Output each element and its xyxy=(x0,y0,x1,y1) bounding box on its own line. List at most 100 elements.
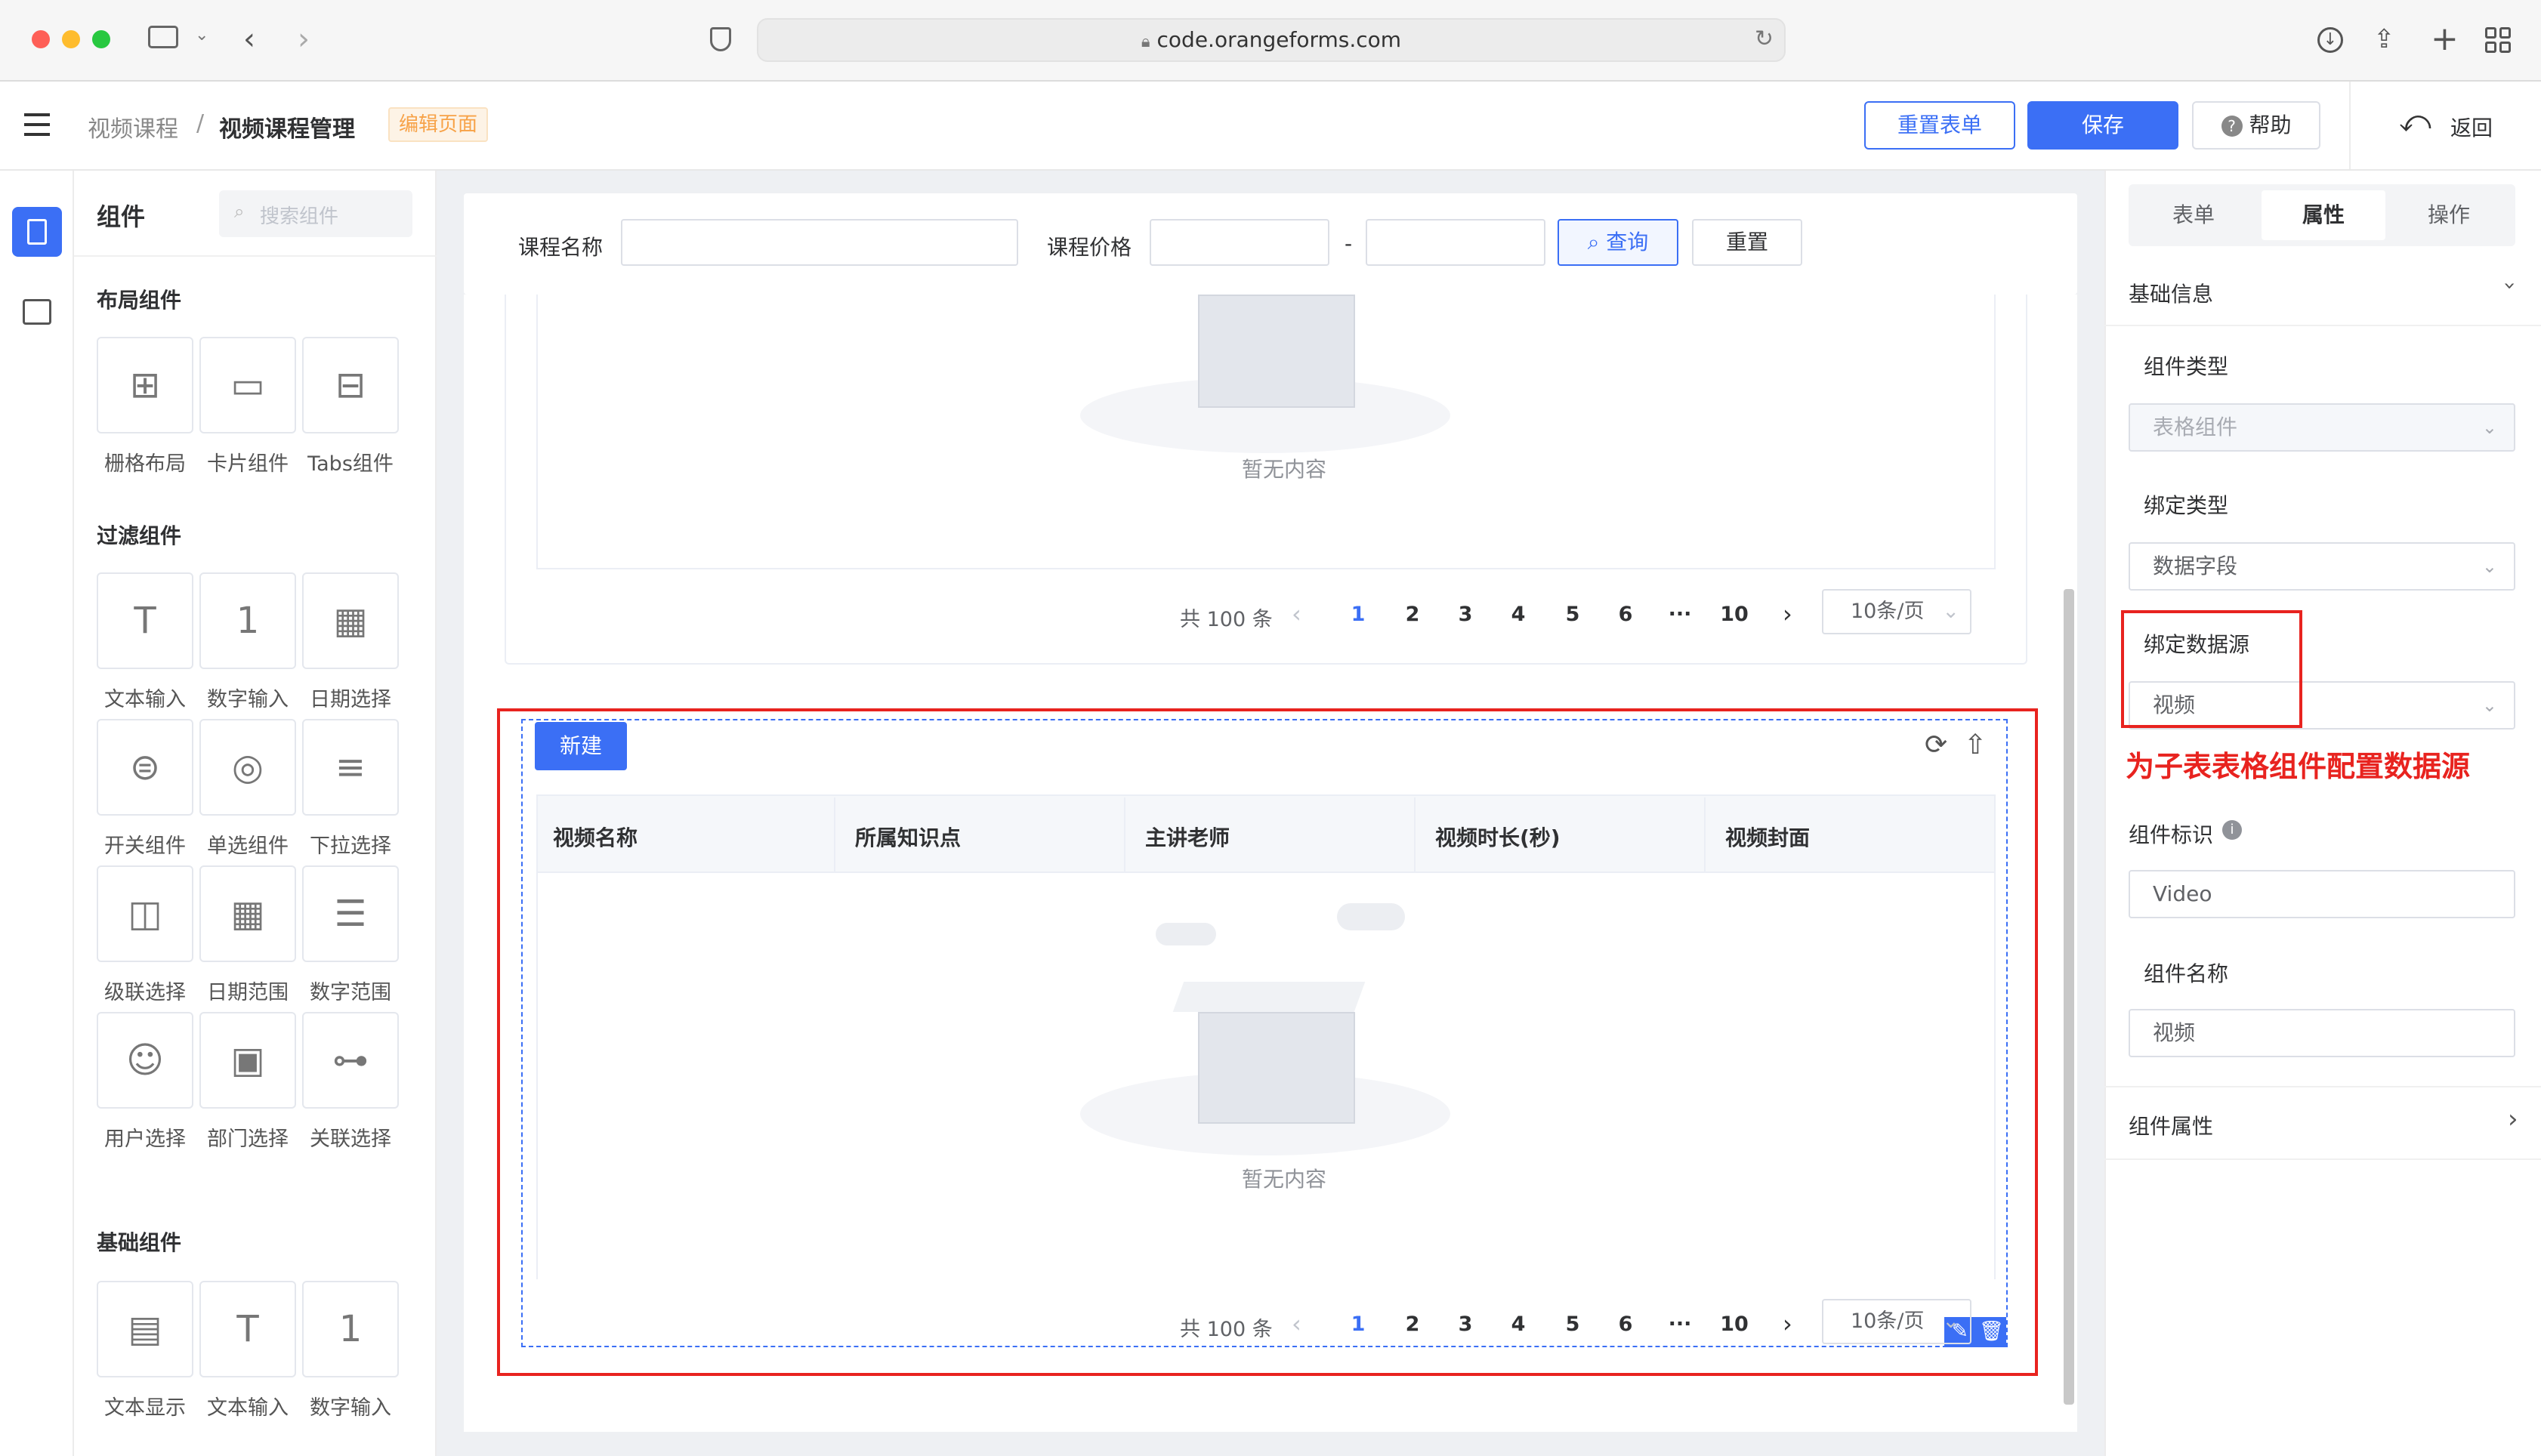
tab-overview-icon[interactable] xyxy=(2485,27,2511,53)
component-tile[interactable]: ≡ xyxy=(302,719,399,816)
info-icon[interactable]: i xyxy=(2222,820,2242,840)
return-icon[interactable]: ⤺ xyxy=(2399,104,2431,139)
pager-page[interactable]: 6 xyxy=(1610,1313,1641,1336)
component-tile[interactable]: 1 xyxy=(302,1281,399,1377)
address-bar[interactable]: 🔒︎ code.orangeforms.com ↻ xyxy=(757,18,1786,62)
forward-nav-icon[interactable]: › xyxy=(298,24,310,54)
pager-next-icon[interactable]: › xyxy=(1783,1309,1792,1338)
range-separator: - xyxy=(1345,231,1353,256)
pager-prev-icon[interactable]: ‹ xyxy=(1292,600,1301,628)
pager-next-icon[interactable]: › xyxy=(1783,600,1792,628)
chevron-right-icon[interactable]: › xyxy=(2508,1104,2518,1134)
component-tile[interactable]: ▦ xyxy=(199,865,296,962)
component-tile[interactable]: ☺ xyxy=(97,1012,193,1109)
pager-page[interactable]: 2 xyxy=(1397,603,1428,626)
pager-page[interactable]: 10 xyxy=(1719,1313,1749,1336)
component-tile[interactable]: ▤ xyxy=(97,1281,193,1377)
component-tile[interactable]: 1 xyxy=(199,572,296,669)
course-name-input[interactable] xyxy=(621,219,1018,266)
menu-icon[interactable] xyxy=(24,113,50,136)
component-tile[interactable]: ⊞ xyxy=(97,337,193,433)
basic-info-title[interactable]: 基础信息 xyxy=(2129,278,2213,308)
pager-page[interactable]: 1 xyxy=(1343,1313,1373,1336)
component-tile[interactable]: ☰ xyxy=(302,865,399,962)
pager-prev-icon[interactable]: ‹ xyxy=(1292,1309,1301,1338)
column-header[interactable]: 视频封面 xyxy=(1725,822,1810,852)
course-price-label: 课程价格 xyxy=(1047,235,1132,260)
pager-page[interactable]: 6 xyxy=(1610,603,1641,626)
component-tile[interactable]: ◎ xyxy=(199,719,296,816)
panel-tab[interactable]: 操作 xyxy=(2387,190,2511,240)
component-name-input[interactable]: 视频 xyxy=(2129,1009,2515,1057)
panel-tab[interactable]: 属性 xyxy=(2262,190,2385,240)
pager-page[interactable]: 2 xyxy=(1397,1313,1428,1336)
bind-type-select[interactable]: 数据字段 ⌄ xyxy=(2129,542,2515,591)
component-search-input[interactable]: ⌕ 搜索组件 xyxy=(219,190,412,237)
component-type-select[interactable]: 表格组件 ⌄ xyxy=(2129,403,2515,452)
pager-page[interactable]: 3 xyxy=(1450,1313,1480,1336)
refresh-icon[interactable]: ⟳ xyxy=(1925,730,1947,760)
component-tile[interactable]: ▣ xyxy=(199,1012,296,1109)
column-header[interactable]: 所属知识点 xyxy=(855,822,961,852)
page-size-select[interactable]: 10条/页 ⌄ xyxy=(1822,589,1971,634)
chevron-down-icon[interactable]: ⌄ xyxy=(195,26,208,45)
maximize-window-button[interactable] xyxy=(92,30,110,48)
canvas-scrollbar[interactable] xyxy=(2064,589,2074,1405)
save-button[interactable]: 保存 xyxy=(2027,101,2178,150)
chart-nav-icon[interactable] xyxy=(23,299,51,325)
shield-icon[interactable] xyxy=(710,27,731,51)
pager-page[interactable]: 10 xyxy=(1719,603,1749,626)
sidebar-toggle-icon[interactable] xyxy=(148,26,178,48)
share-icon[interactable]: ⇪ xyxy=(2373,24,2395,54)
pager-page[interactable]: 3 xyxy=(1450,603,1480,626)
pager-page[interactable]: 4 xyxy=(1503,603,1533,626)
close-window-button[interactable] xyxy=(32,30,50,48)
component-tile-label: 文本显示 xyxy=(104,1396,186,1420)
pager-page[interactable]: 1 xyxy=(1343,603,1373,626)
component-tile[interactable]: T xyxy=(97,572,193,669)
pager-ellipsis[interactable]: ··· xyxy=(1665,603,1695,626)
reset-button[interactable]: 重置 xyxy=(1692,219,1802,266)
help-button[interactable]: ? 帮助 xyxy=(2192,101,2320,150)
cloud-decoration xyxy=(1337,903,1405,930)
pager-ellipsis[interactable]: ··· xyxy=(1665,1313,1695,1336)
pager-page[interactable]: 5 xyxy=(1558,603,1588,626)
components-nav-icon[interactable] xyxy=(12,207,62,257)
section-divider xyxy=(2104,1158,2541,1160)
reset-form-button[interactable]: 重置表单 xyxy=(1864,101,2015,150)
back-nav-icon[interactable]: ‹ xyxy=(243,24,255,54)
component-tile[interactable]: ⊶ xyxy=(302,1012,399,1109)
component-id-input[interactable]: Video xyxy=(2129,870,2515,918)
new-tab-icon[interactable]: + xyxy=(2431,23,2459,56)
delete-icon[interactable]: 🗑︎ xyxy=(1979,1320,2004,1343)
component-tile[interactable]: ▦ xyxy=(302,572,399,669)
chevron-down-icon[interactable]: › xyxy=(2498,282,2523,290)
export-icon[interactable]: ⇧ xyxy=(1964,730,1987,760)
price-min-input[interactable] xyxy=(1150,219,1329,266)
reload-icon[interactable]: ↻ xyxy=(1755,26,1774,52)
help-label: 帮助 xyxy=(2249,113,2292,137)
query-button[interactable]: ⌕ 查询 xyxy=(1558,219,1678,266)
panel-tab[interactable]: 表单 xyxy=(2132,190,2255,240)
pager-page[interactable]: 4 xyxy=(1503,1313,1533,1336)
component-tile[interactable]: ⊜ xyxy=(97,719,193,816)
component-props-title[interactable]: 组件属性 xyxy=(2129,1110,2213,1140)
column-header[interactable]: 视频名称 xyxy=(553,822,638,852)
top-empty-text: 暂无内容 xyxy=(1241,457,1326,482)
column-header[interactable]: 主讲老师 xyxy=(1145,822,1230,852)
column-header[interactable]: 视频时长(秒) xyxy=(1435,822,1561,852)
download-icon[interactable]: ↓ xyxy=(2317,27,2343,53)
pager-page[interactable]: 5 xyxy=(1558,1313,1588,1336)
browser-toolbar: ⌄ ‹ › 🔒︎ code.orangeforms.com ↻ ↓ ⇪ + xyxy=(0,0,2541,82)
component-tile[interactable]: ▭ xyxy=(199,337,296,433)
page-size-select[interactable]: 10条/页 ⌄ xyxy=(1822,1299,1971,1344)
component-tile[interactable]: ⊟ xyxy=(302,337,399,433)
component-tile[interactable]: T xyxy=(199,1281,296,1377)
back-button[interactable]: 返回 xyxy=(2450,112,2493,142)
empty-box-icon xyxy=(1198,295,1355,408)
new-button[interactable]: 新建 xyxy=(535,722,627,770)
price-max-input[interactable] xyxy=(1366,219,1545,266)
minimize-window-button[interactable] xyxy=(62,30,80,48)
breadcrumb-parent[interactable]: 视频课程 xyxy=(88,110,178,143)
component-tile[interactable]: ◫ xyxy=(97,865,193,962)
